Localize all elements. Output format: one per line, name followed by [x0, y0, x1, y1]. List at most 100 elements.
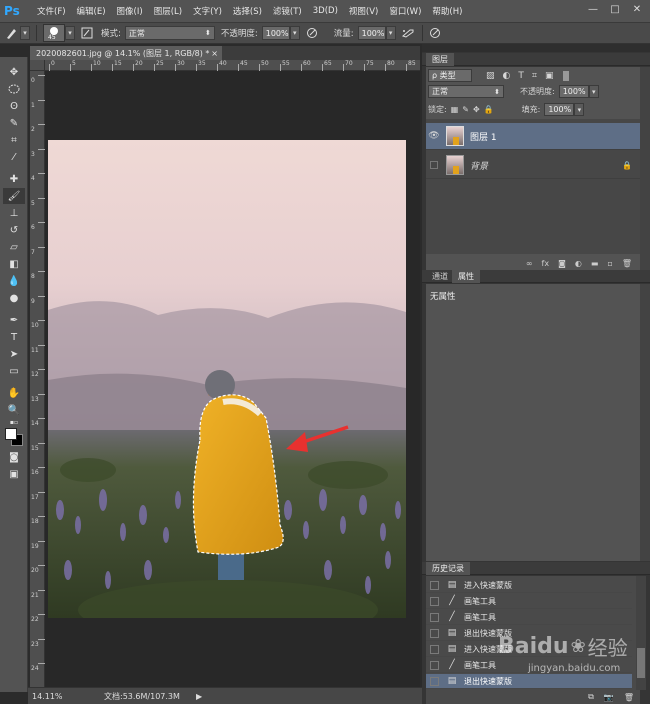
history-checkbox[interactable]	[430, 580, 439, 590]
menu-file[interactable]: 文件(F)	[37, 5, 66, 17]
delete-layer-icon[interactable]: 🗑	[622, 259, 632, 268]
snapshot-icon[interactable]: 📷	[604, 693, 614, 702]
filter-adjust-icon[interactable]: ◐	[503, 71, 511, 81]
move-tool-icon[interactable]: ✥	[3, 64, 25, 80]
lock-pixels-icon[interactable]: ✎	[462, 105, 469, 114]
new-doc-from-state-icon[interactable]: ⧉	[588, 692, 594, 702]
brush-tool-icon-active[interactable]: 🖌	[3, 188, 25, 204]
menu-select[interactable]: 选择(S)	[233, 5, 262, 17]
tab-properties[interactable]: 属性	[452, 270, 480, 283]
canvas-area[interactable]	[45, 71, 420, 687]
brush-tool-icon[interactable]	[4, 25, 20, 41]
eye-icon[interactable]: 👁	[426, 131, 442, 141]
menu-view[interactable]: 视图(V)	[349, 5, 378, 17]
opacity-input[interactable]: 100%	[261, 26, 290, 40]
dodge-tool-icon[interactable]: ●	[3, 290, 25, 306]
path-select-tool-icon[interactable]: ➤	[3, 346, 25, 362]
layer-filter-select[interactable]: ρ 类型	[428, 69, 472, 82]
filter-toggle[interactable]	[563, 70, 570, 81]
visibility-box[interactable]	[426, 161, 442, 169]
zoom-level[interactable]: 14.11%	[32, 692, 68, 701]
new-layer-icon[interactable]: ▫	[607, 259, 612, 268]
history-checkbox[interactable]	[430, 596, 439, 606]
brush-panel-icon[interactable]	[79, 25, 95, 41]
crop-tool-icon[interactable]: ⌗	[3, 132, 25, 148]
history-checkbox[interactable]	[430, 660, 439, 670]
airbrush-icon[interactable]	[400, 25, 416, 41]
blend-mode-select[interactable]: 正常 ⬍	[428, 85, 504, 98]
flow-input[interactable]: 100%	[357, 26, 386, 40]
menu-layer[interactable]: 图层(L)	[154, 5, 182, 17]
history-item-selected[interactable]: ▤ 退出快速蒙版	[426, 674, 632, 689]
ruler-horizontal[interactable]: 0 5 10 15 20 25 30 35 40 45 50 55 60 65 70 75 80 85	[45, 60, 420, 71]
color-swatches[interactable]	[0, 426, 28, 448]
foreground-color-swatch[interactable]	[5, 428, 17, 440]
eraser-tool-icon[interactable]: ▱	[3, 239, 25, 255]
maximize-button[interactable]: □	[608, 4, 622, 16]
history-item[interactable]: ▤ 进入快速蒙版	[426, 642, 632, 657]
menu-image[interactable]: 图像(I)	[117, 5, 143, 17]
history-item[interactable]: ╱ 画笔工具	[426, 594, 632, 609]
hand-tool-icon[interactable]: ✋	[3, 385, 25, 401]
filter-pixel-icon[interactable]: ▨	[486, 71, 495, 81]
menu-filter[interactable]: 滤镜(T)	[273, 5, 302, 17]
blur-tool-icon[interactable]: 💧	[3, 273, 25, 289]
new-group-icon[interactable]: ▬	[591, 259, 599, 268]
brush-preset-dropdown[interactable]: ▾	[65, 26, 75, 40]
minimize-button[interactable]: —	[586, 4, 600, 16]
tab-channels[interactable]: 通道	[426, 270, 454, 283]
quick-select-tool-icon[interactable]: ✎	[3, 115, 25, 131]
pressure-size-icon[interactable]	[427, 25, 443, 41]
default-colors-icon[interactable]: ▪▫	[3, 419, 25, 426]
layer-name[interactable]: 图层 1	[470, 130, 497, 143]
lasso-tool-icon[interactable]: ʘ	[3, 98, 25, 114]
type-tool-icon[interactable]: T	[3, 329, 25, 345]
ruler-corner[interactable]	[30, 60, 45, 71]
menu-3d[interactable]: 3D(D)	[313, 6, 338, 16]
lock-transparent-icon[interactable]: ▦	[451, 105, 459, 114]
history-item[interactable]: ╱ 画笔工具	[426, 610, 632, 625]
document-image[interactable]	[48, 140, 406, 618]
shape-tool-icon[interactable]: ▭	[3, 363, 25, 379]
layer-row-background[interactable]: 背景 🔒	[426, 152, 640, 179]
panel-dock-grip[interactable]	[422, 44, 650, 52]
layer-opacity-dropdown[interactable]: ▾	[588, 85, 599, 98]
layer-row-1[interactable]: 👁 图层 1	[426, 123, 640, 150]
layer-style-icon[interactable]: fx	[542, 259, 550, 268]
history-scrollbar[interactable]	[636, 576, 646, 690]
zoom-tool-icon[interactable]: 🔍	[3, 402, 25, 418]
lock-position-icon[interactable]: ✥	[473, 105, 480, 114]
status-menu-arrow[interactable]: ▶	[196, 692, 202, 701]
toolbox-grip[interactable]	[0, 57, 27, 63]
filter-smart-icon[interactable]: ▣	[545, 71, 554, 81]
opacity-dropdown[interactable]: ▾	[289, 26, 300, 40]
mode-select[interactable]: 正常 ⬍	[124, 26, 215, 40]
link-layers-icon[interactable]: ∞	[526, 259, 533, 268]
history-item[interactable]: ▤ 退出快速蒙版	[426, 626, 632, 641]
history-item[interactable]: ▤ 进入快速蒙版	[426, 578, 632, 593]
menu-window[interactable]: 窗口(W)	[389, 5, 421, 17]
fill-input[interactable]: 100%	[544, 103, 575, 116]
gradient-tool-icon[interactable]: ◧	[3, 256, 25, 272]
eyedropper-tool-icon[interactable]: ⁄	[3, 149, 25, 165]
layer-opacity-input[interactable]: 100%	[558, 85, 589, 98]
menu-help[interactable]: 帮助(H)	[432, 5, 462, 17]
menu-type[interactable]: 文字(Y)	[193, 5, 222, 17]
tab-history[interactable]: 历史记录	[426, 562, 470, 575]
marquee-tool-icon[interactable]	[3, 81, 25, 97]
ruler-vertical[interactable]: 0 1 2 3 4 5 6 7 8 9 10 11 12 13 14 15 16 17 18 19 20 21 22 23 24	[30, 71, 45, 687]
clone-stamp-tool-icon[interactable]: ⊥	[3, 205, 25, 221]
menu-edit[interactable]: 编辑(E)	[77, 5, 106, 17]
add-mask-icon[interactable]: ◙	[558, 259, 566, 268]
quick-mask-icon[interactable]: ◙	[3, 449, 25, 465]
history-checkbox[interactable]	[430, 644, 439, 654]
properties-scrollbar[interactable]	[640, 284, 650, 561]
healing-brush-tool-icon[interactable]: ✚	[3, 171, 25, 187]
tool-preset-dropdown[interactable]: ▾	[20, 26, 30, 40]
lock-all-icon[interactable]: 🔒	[484, 105, 494, 114]
history-checkbox[interactable]	[430, 676, 439, 686]
delete-state-icon[interactable]: 🗑	[624, 693, 634, 702]
history-checkbox[interactable]	[430, 628, 439, 638]
close-button[interactable]: ✕	[630, 4, 644, 16]
screen-mode-icon[interactable]: ▣	[3, 466, 25, 482]
